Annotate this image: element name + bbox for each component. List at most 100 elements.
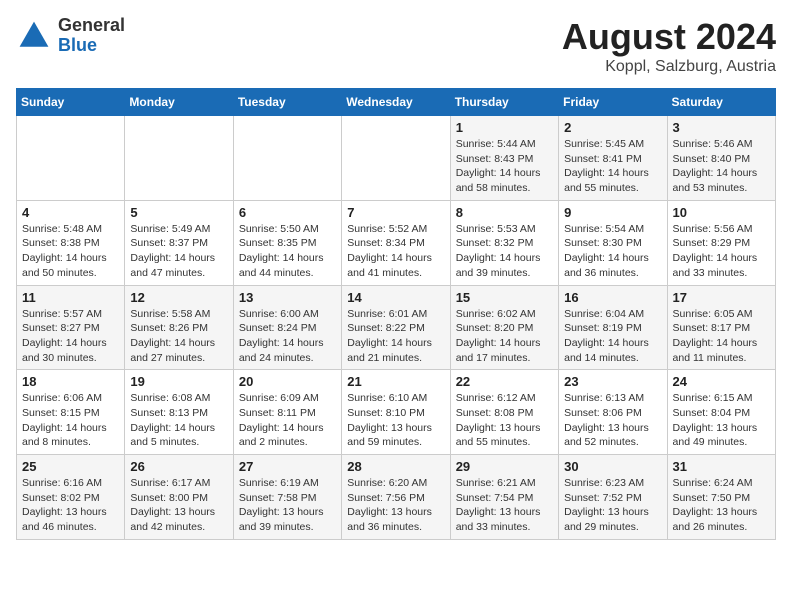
day-info: Sunrise: 6:20 AM Sunset: 7:56 PM Dayligh…: [347, 476, 444, 535]
day-cell: [233, 116, 341, 201]
day-info: Sunrise: 6:08 AM Sunset: 8:13 PM Dayligh…: [130, 391, 227, 450]
weekday-sunday: Sunday: [17, 89, 125, 116]
day-number: 14: [347, 290, 444, 305]
day-info: Sunrise: 6:19 AM Sunset: 7:58 PM Dayligh…: [239, 476, 336, 535]
day-number: 29: [456, 459, 553, 474]
day-info: Sunrise: 6:16 AM Sunset: 8:02 PM Dayligh…: [22, 476, 119, 535]
day-info: Sunrise: 6:17 AM Sunset: 8:00 PM Dayligh…: [130, 476, 227, 535]
day-number: 3: [673, 120, 770, 135]
day-info: Sunrise: 5:53 AM Sunset: 8:32 PM Dayligh…: [456, 222, 553, 281]
day-number: 17: [673, 290, 770, 305]
day-info: Sunrise: 6:02 AM Sunset: 8:20 PM Dayligh…: [456, 307, 553, 366]
day-info: Sunrise: 5:54 AM Sunset: 8:30 PM Dayligh…: [564, 222, 661, 281]
logo-icon: [16, 18, 52, 54]
day-cell: 17 Sunrise: 6:05 AM Sunset: 8:17 PM Dayli…: [667, 285, 775, 370]
weekday-tuesday: Tuesday: [233, 89, 341, 116]
week-row-3: 11Sunrise: 5:57 AM Sunset: 8:27 PM Dayli…: [17, 285, 776, 370]
week-row-2: 4 Sunrise: 5:48 AM Sunset: 8:38 PM Daylig…: [17, 200, 776, 285]
week-row-4: 18Sunrise: 6:06 AM Sunset: 8:15 PM Dayli…: [17, 370, 776, 455]
day-info: Sunrise: 6:12 AM Sunset: 8:08 PM Dayligh…: [456, 391, 553, 450]
day-number: 11: [22, 290, 119, 305]
day-cell: 9 Sunrise: 5:54 AM Sunset: 8:30 PM Daylig…: [559, 200, 667, 285]
day-cell: 12Sunrise: 5:58 AM Sunset: 8:26 PM Dayli…: [125, 285, 233, 370]
day-info: Sunrise: 6:06 AM Sunset: 8:15 PM Dayligh…: [22, 391, 119, 450]
weekday-header-row: SundayMondayTuesdayWednesdayThursdayFrid…: [17, 89, 776, 116]
day-cell: 21Sunrise: 6:10 AM Sunset: 8:10 PM Dayli…: [342, 370, 450, 455]
day-info: Sunrise: 6:09 AM Sunset: 8:11 PM Dayligh…: [239, 391, 336, 450]
day-cell: [17, 116, 125, 201]
logo-blue-text: Blue: [58, 35, 97, 55]
day-number: 7: [347, 205, 444, 220]
day-number: 28: [347, 459, 444, 474]
day-cell: 1 Sunrise: 5:44 AM Sunset: 8:43 PM Daylig…: [450, 116, 558, 201]
page-header: General Blue August 2024 Koppl, Salzburg…: [16, 16, 776, 76]
day-info: Sunrise: 5:46 AM Sunset: 8:40 PM Dayligh…: [673, 137, 770, 196]
day-number: 16: [564, 290, 661, 305]
calendar-subtitle: Koppl, Salzburg, Austria: [562, 58, 776, 76]
day-info: Sunrise: 6:05 AM Sunset: 8:17 PM Dayligh…: [673, 307, 770, 366]
day-info: Sunrise: 5:48 AM Sunset: 8:38 PM Dayligh…: [22, 222, 119, 281]
calendar-title: August 2024: [562, 16, 776, 58]
day-cell: 30 Sunrise: 6:23 AM Sunset: 7:52 PM Dayli…: [559, 455, 667, 540]
day-number: 24: [673, 374, 770, 389]
day-cell: 28 Sunrise: 6:20 AM Sunset: 7:56 PM Dayli…: [342, 455, 450, 540]
day-cell: 22Sunrise: 6:12 AM Sunset: 8:08 PM Dayli…: [450, 370, 558, 455]
title-section: August 2024 Koppl, Salzburg, Austria: [562, 16, 776, 76]
day-number: 10: [673, 205, 770, 220]
day-info: Sunrise: 5:50 AM Sunset: 8:35 PM Dayligh…: [239, 222, 336, 281]
day-cell: 14Sunrise: 6:01 AM Sunset: 8:22 PM Dayli…: [342, 285, 450, 370]
day-cell: [125, 116, 233, 201]
weekday-thursday: Thursday: [450, 89, 558, 116]
day-info: Sunrise: 5:52 AM Sunset: 8:34 PM Dayligh…: [347, 222, 444, 281]
day-info: Sunrise: 6:21 AM Sunset: 7:54 PM Dayligh…: [456, 476, 553, 535]
day-cell: 7 Sunrise: 5:52 AM Sunset: 8:34 PM Daylig…: [342, 200, 450, 285]
calendar-table: SundayMondayTuesdayWednesdayThursdayFrid…: [16, 88, 776, 540]
day-number: 6: [239, 205, 336, 220]
weekday-friday: Friday: [559, 89, 667, 116]
day-cell: 4 Sunrise: 5:48 AM Sunset: 8:38 PM Daylig…: [17, 200, 125, 285]
day-number: 30: [564, 459, 661, 474]
weekday-saturday: Saturday: [667, 89, 775, 116]
day-cell: 10Sunrise: 5:56 AM Sunset: 8:29 PM Dayli…: [667, 200, 775, 285]
day-cell: 16Sunrise: 6:04 AM Sunset: 8:19 PM Dayli…: [559, 285, 667, 370]
day-number: 19: [130, 374, 227, 389]
day-number: 4: [22, 205, 119, 220]
day-cell: 5Sunrise: 5:49 AM Sunset: 8:37 PM Daylig…: [125, 200, 233, 285]
day-number: 5: [130, 205, 227, 220]
day-cell: 15 Sunrise: 6:02 AM Sunset: 8:20 PM Dayli…: [450, 285, 558, 370]
day-cell: 27 Sunrise: 6:19 AM Sunset: 7:58 PM Dayli…: [233, 455, 341, 540]
day-number: 20: [239, 374, 336, 389]
day-info: Sunrise: 6:24 AM Sunset: 7:50 PM Dayligh…: [673, 476, 770, 535]
day-number: 25: [22, 459, 119, 474]
day-cell: 3 Sunrise: 5:46 AM Sunset: 8:40 PM Daylig…: [667, 116, 775, 201]
day-info: Sunrise: 6:00 AM Sunset: 8:24 PM Dayligh…: [239, 307, 336, 366]
day-cell: 26 Sunrise: 6:17 AM Sunset: 8:00 PM Dayli…: [125, 455, 233, 540]
weekday-monday: Monday: [125, 89, 233, 116]
day-info: Sunrise: 5:44 AM Sunset: 8:43 PM Dayligh…: [456, 137, 553, 196]
day-cell: 25 Sunrise: 6:16 AM Sunset: 8:02 PM Dayli…: [17, 455, 125, 540]
day-cell: 2Sunrise: 5:45 AM Sunset: 8:41 PM Daylig…: [559, 116, 667, 201]
day-number: 13: [239, 290, 336, 305]
day-number: 23: [564, 374, 661, 389]
day-number: 15: [456, 290, 553, 305]
day-cell: 11Sunrise: 5:57 AM Sunset: 8:27 PM Dayli…: [17, 285, 125, 370]
week-row-5: 25 Sunrise: 6:16 AM Sunset: 8:02 PM Dayli…: [17, 455, 776, 540]
day-number: 27: [239, 459, 336, 474]
day-number: 1: [456, 120, 553, 135]
day-cell: 24Sunrise: 6:15 AM Sunset: 8:04 PM Dayli…: [667, 370, 775, 455]
day-number: 26: [130, 459, 227, 474]
day-number: 12: [130, 290, 227, 305]
day-number: 9: [564, 205, 661, 220]
week-row-1: 1 Sunrise: 5:44 AM Sunset: 8:43 PM Daylig…: [17, 116, 776, 201]
day-cell: 6 Sunrise: 5:50 AM Sunset: 8:35 PM Daylig…: [233, 200, 341, 285]
day-cell: [342, 116, 450, 201]
day-number: 21: [347, 374, 444, 389]
day-cell: 23Sunrise: 6:13 AM Sunset: 8:06 PM Dayli…: [559, 370, 667, 455]
day-number: 2: [564, 120, 661, 135]
day-cell: 29 Sunrise: 6:21 AM Sunset: 7:54 PM Dayli…: [450, 455, 558, 540]
logo: General Blue: [16, 16, 125, 56]
weekday-wednesday: Wednesday: [342, 89, 450, 116]
logo-general-text: General: [58, 15, 125, 35]
day-cell: 8Sunrise: 5:53 AM Sunset: 8:32 PM Daylig…: [450, 200, 558, 285]
day-info: Sunrise: 6:23 AM Sunset: 7:52 PM Dayligh…: [564, 476, 661, 535]
